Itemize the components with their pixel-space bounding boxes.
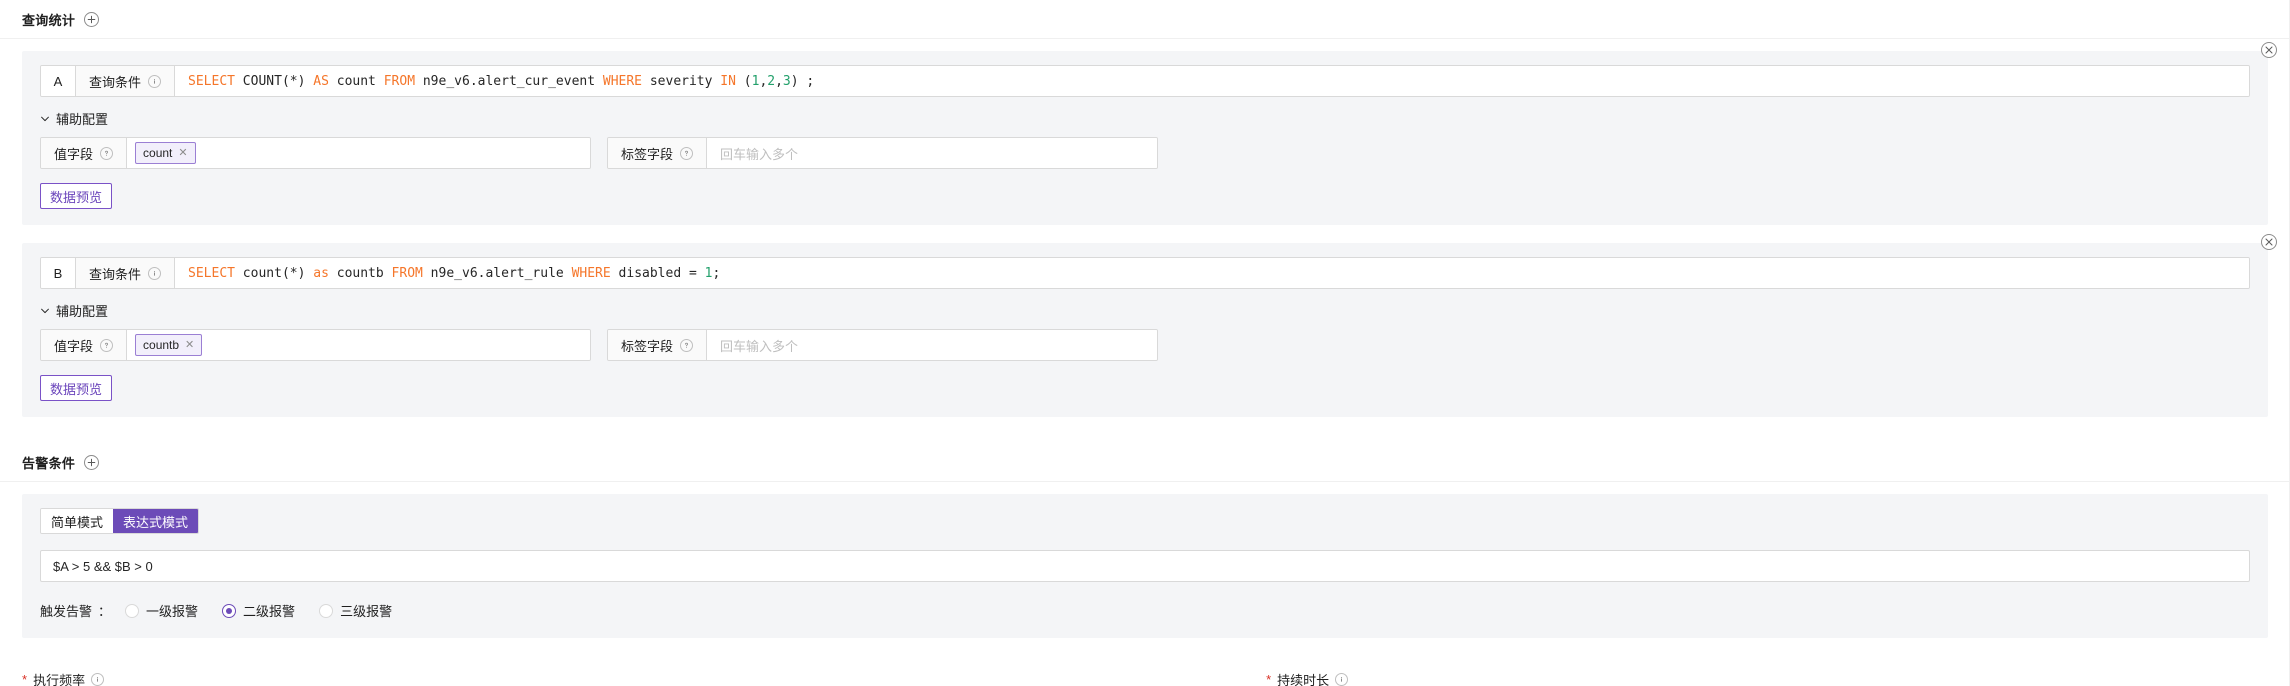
radio-circle-icon: [125, 603, 140, 618]
data-preview-button-b[interactable]: 数据预览: [40, 375, 113, 401]
alert-condition-body: 简单模式 表达式模式 $A > 5 && $B > 0 触发告警 ： 一级报警: [0, 482, 2290, 648]
tag-field-text: 标签字段: [621, 338, 674, 354]
value-field-label: 值字段: [41, 138, 128, 168]
radio-level-2[interactable]: 二级报警: [222, 601, 295, 620]
alert-condition-card: 简单模式 表达式模式 $A > 5 && $B > 0 触发告警 ： 一级报警: [22, 494, 2268, 638]
value-field-text: 值字段: [54, 146, 94, 162]
help-circle-icon[interactable]: [100, 146, 114, 160]
tag-field-control-b[interactable]: 回车输入多个: [707, 330, 1157, 360]
trigger-level-row: 触发告警 ： 一级报警 二级报警 三级报警: [40, 601, 2250, 620]
query-condition-text: 查询条件: [89, 266, 142, 282]
value-field-control-a[interactable]: count ✕: [127, 138, 590, 168]
query-row-a: A 查询条件 SELECT COUNT(*) AS count FROM n9e…: [40, 65, 2250, 97]
chevron-down-icon: [40, 114, 50, 124]
data-preview-button-a[interactable]: 数据预览: [40, 183, 113, 209]
query-card-b: B 查询条件 SELECT count(*) as countb FROM n9…: [22, 234, 2277, 417]
aux-config-toggle-a[interactable]: 辅助配置: [40, 109, 108, 128]
plus-circle-icon[interactable]: [84, 12, 100, 27]
close-circle-icon[interactable]: [2261, 42, 2277, 58]
chevron-down-icon: [40, 306, 50, 316]
help-circle-icon[interactable]: [680, 338, 694, 352]
query-stats-title: 查询统计: [22, 13, 76, 28]
radio-level-1[interactable]: 一级报警: [125, 601, 198, 620]
trigger-label: 触发告警: [40, 604, 93, 619]
value-field-label: 值字段: [41, 330, 128, 360]
radio-level-1-label: 一级报警: [146, 604, 199, 619]
tag-field-placeholder-a: 回车输入多个: [720, 146, 799, 162]
sql-text-a: SELECT COUNT(*) AS count FROM n9e_v6.ale…: [188, 73, 815, 89]
query-row-b: B 查询条件 SELECT count(*) as countb FROM n9…: [40, 257, 2250, 289]
close-circle-icon[interactable]: [2261, 234, 2277, 250]
info-circle-icon[interactable]: [91, 673, 105, 686]
radio-circle-icon: [319, 603, 334, 618]
info-circle-icon[interactable]: [148, 74, 162, 88]
radio-level-2-label: 二级报警: [243, 604, 296, 619]
value-field-group-b: 值字段 countb ✕: [40, 329, 591, 361]
help-circle-icon[interactable]: [100, 338, 114, 352]
sql-text-b: SELECT count(*) as countb FROM n9e_v6.al…: [188, 265, 721, 281]
query-ref-badge: A: [41, 66, 76, 96]
tag-field-text: 标签字段: [621, 146, 674, 162]
required-star: *: [1266, 672, 1272, 686]
expression-value: $A > 5 && $B > 0: [53, 558, 153, 574]
chip-remove-icon[interactable]: ✕: [185, 339, 194, 351]
query-stats-body: A 查询条件 SELECT COUNT(*) AS count FROM n9e…: [0, 39, 2290, 427]
sql-input-a[interactable]: SELECT COUNT(*) AS count FROM n9e_v6.ale…: [175, 66, 2249, 96]
radio-circle-checked-icon: [222, 603, 237, 618]
sql-input-b[interactable]: SELECT count(*) as countb FROM n9e_v6.al…: [175, 258, 2249, 288]
info-circle-icon[interactable]: [148, 266, 162, 280]
plus-circle-icon[interactable]: [84, 455, 100, 470]
query-ref-badge: B: [41, 258, 76, 288]
tag-field-control-a[interactable]: 回车输入多个: [707, 138, 1157, 168]
alert-rule-editor-page: 查询统计 A 查询条件 SELECT COUNT(*) AS count FRO…: [0, 0, 2290, 686]
aux-config-label: 辅助配置: [56, 112, 109, 127]
aux-config-toggle-b[interactable]: 辅助配置: [40, 301, 108, 320]
info-circle-icon[interactable]: [1335, 673, 1349, 686]
query-stats-header: 查询统计: [0, 0, 2290, 39]
tag-field-group-a: 标签字段 回车输入多个: [607, 137, 1158, 169]
chip-label: count: [143, 146, 173, 160]
radio-level-3-label: 三级报警: [340, 604, 393, 619]
aux-config-label: 辅助配置: [56, 304, 109, 319]
radio-level-3[interactable]: 三级报警: [319, 601, 392, 620]
chip-remove-icon[interactable]: ✕: [178, 147, 187, 159]
field-row-a: 值字段 count ✕ 标签字段 回车输入多个: [40, 137, 2250, 169]
execution-frequency-text: 执行频率: [33, 673, 86, 686]
tag-field-placeholder-b: 回车输入多个: [720, 338, 799, 354]
required-star: *: [22, 672, 28, 686]
tab-simple-mode[interactable]: 简单模式: [41, 509, 114, 533]
trigger-colon: ：: [98, 604, 112, 619]
duration-text: 持续时长: [1277, 673, 1330, 686]
value-field-text: 值字段: [54, 338, 94, 354]
alert-condition-section: 告警条件 简单模式 表达式模式 $A > 5 && $B > 0 触发告警 ：: [0, 443, 2290, 648]
help-circle-icon[interactable]: [680, 146, 694, 160]
value-field-control-b[interactable]: countb ✕: [127, 330, 590, 360]
bottom-partial-row: * 执行频率 * 持续时长: [0, 664, 2290, 686]
query-card-a: A 查询条件 SELECT COUNT(*) AS count FROM n9e…: [22, 42, 2277, 225]
chip-label: countb: [143, 338, 180, 352]
tab-expression-mode[interactable]: 表达式模式: [113, 509, 199, 533]
tag-field-group-b: 标签字段 回车输入多个: [607, 329, 1158, 361]
expression-input[interactable]: $A > 5 && $B > 0: [40, 550, 2250, 582]
execution-frequency-label: * 执行频率: [22, 670, 105, 686]
query-condition-label: 查询条件: [76, 258, 176, 288]
value-field-group-a: 值字段 count ✕: [40, 137, 591, 169]
query-condition-label: 查询条件: [76, 66, 176, 96]
alert-condition-header: 告警条件: [0, 443, 2290, 482]
tag-field-label: 标签字段: [608, 330, 708, 360]
query-condition-text: 查询条件: [89, 74, 142, 90]
mode-segmented-control: 简单模式 表达式模式: [40, 508, 200, 534]
value-field-chip-a: count ✕: [135, 142, 196, 164]
field-row-b: 值字段 countb ✕ 标签字段 回车输入多个: [40, 329, 2250, 361]
duration-label: * 持续时长: [1266, 670, 1349, 686]
alert-condition-title: 告警条件: [22, 456, 76, 471]
value-field-chip-b: countb ✕: [135, 334, 203, 356]
tag-field-label: 标签字段: [608, 138, 708, 168]
